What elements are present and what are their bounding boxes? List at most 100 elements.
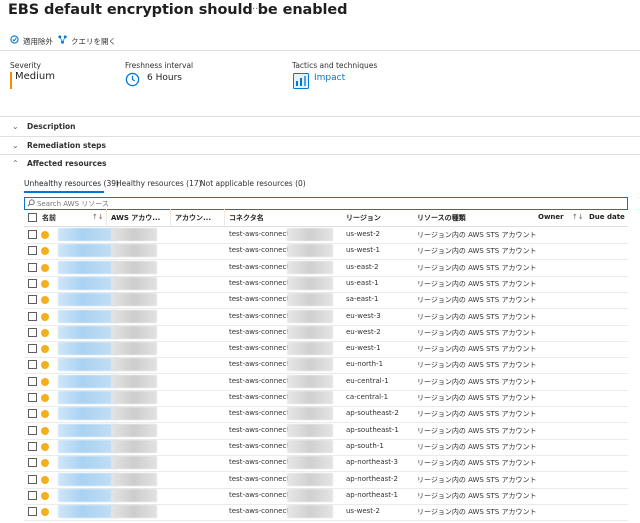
resource-name-redacted[interactable] [58,244,118,258]
resource-type: リージョン内の AWS STS アカウント [417,491,537,500]
table-row[interactable]: test-aws-connector_ sa-east-1 リージョン内の AWS … [24,292,628,310]
row-checkbox[interactable] [28,295,37,305]
column-header-connector[interactable]: コネクタ名 [229,213,264,223]
table-row[interactable]: test-aws-connector_ eu-west-1 リージョン内の AWS … [24,341,628,359]
row-checkbox[interactable] [28,278,37,288]
resource-name-redacted[interactable] [58,309,118,323]
open-query-button[interactable]: クエリを開く [58,35,116,47]
table-row[interactable]: test-aws-connector_ ap-northeast-1 リージョン内の… [24,488,628,505]
column-header-owner[interactable]: Owner [538,213,564,221]
column-header-region[interactable]: リージョン [346,213,381,223]
table-row[interactable]: test-aws-connector_ ap-southeast-1 リージョン内の… [24,423,628,440]
row-checkbox[interactable] [28,262,37,272]
region: eu-west-2 [346,327,381,336]
resource-name-redacted[interactable] [58,407,118,421]
table-row[interactable]: test-aws-connector_ ca-central-1 リージョン内の A… [24,390,628,407]
resource-name-redacted[interactable] [58,423,118,437]
chevron-up-icon: ⌃ [12,159,19,168]
row-checkbox[interactable] [28,393,37,402]
resource-name-redacted[interactable] [58,374,118,388]
search-input[interactable] [37,198,597,209]
column-divider[interactable] [170,209,171,226]
affected-section[interactable]: ⌃ Affected resources [12,159,107,168]
row-checkbox[interactable] [28,311,37,321]
resource-name-redacted[interactable] [58,439,118,453]
tactics-link[interactable]: Impact [314,73,345,83]
table-row[interactable]: test-aws-connector_ us-east-2 リージョン内の AWS … [24,260,628,277]
aws-account-redacted [111,391,157,404]
region: ap-northeast-2 [346,474,399,483]
resource-name-redacted[interactable] [58,391,118,404]
resource-name-redacted[interactable] [58,358,118,372]
tab-unhealthy[interactable]: Unhealthy resources (39) [24,179,119,188]
resource-name-redacted[interactable] [58,293,118,307]
column-divider[interactable] [224,209,225,226]
sort-icon[interactable]: ↑↓ [92,213,104,221]
table-row[interactable]: test-aws-connector_ eu-west-2 リージョン内の AWS … [24,325,628,342]
resource-name-redacted[interactable] [58,276,118,290]
more-options-button[interactable]: ··· [252,4,262,15]
row-checkbox[interactable] [28,344,37,354]
impact-icon [293,73,309,93]
row-checkbox[interactable] [28,409,37,419]
resource-name-redacted[interactable] [58,472,118,486]
resource-name-redacted[interactable] [58,260,118,274]
tab-healthy[interactable]: Healthy resources (17) [116,179,202,188]
remediation-header: Remediation steps [27,141,106,150]
row-checkbox[interactable] [28,425,37,435]
exempt-icon [10,35,19,47]
connector-suffix-redacted [287,456,333,470]
column-header-resource-type[interactable]: リソースの種類 [417,213,466,223]
clock-icon [125,72,140,91]
search-box[interactable] [24,197,628,210]
row-checkbox[interactable] [28,376,37,386]
table-row[interactable]: test-aws-connector_ us-west-1 リージョン内の AWS … [24,243,628,261]
resource-name-redacted[interactable] [58,456,118,470]
aws-account-redacted [111,439,157,453]
description-section[interactable]: ⌄ Description [12,122,76,131]
connector-suffix-redacted [287,488,333,502]
row-checkbox[interactable] [28,230,37,239]
column-divider[interactable] [106,209,107,226]
row-checkbox[interactable] [28,458,37,468]
chevron-down-icon: ⌄ [12,141,19,150]
table-row[interactable]: test-aws-connector_ eu-west-3 リージョン内の AWS … [24,309,628,326]
column-header-due-date[interactable]: Due date [589,213,625,221]
row-checkbox[interactable] [28,490,37,500]
row-checkbox[interactable] [28,507,37,517]
column-header-aws-account[interactable]: AWS アカウ... [111,213,160,223]
table-row[interactable]: test-aws-connector_ ap-northeast-3 リージョン内の… [24,455,628,473]
table-row[interactable]: test-aws-connector_ eu-north-1 リージョン内の AWS… [24,357,628,375]
table-row[interactable]: test-aws-connector_ ap-south-1 リージョン内の AWS… [24,439,628,456]
aws-account-redacted [111,276,157,290]
connector-suffix-redacted [287,439,333,453]
row-checkbox[interactable] [28,441,37,451]
column-header-account[interactable]: アカウン... [175,213,211,223]
resource-type: リージョン内の AWS STS アカウント [417,328,537,337]
column-header-name[interactable]: 名前 [42,213,56,223]
table-row[interactable]: test-aws-connector_ ap-southeast-2 リージョン内の… [24,406,628,424]
resource-type: リージョン内の AWS STS アカウント [417,279,537,288]
row-checkbox[interactable] [28,327,37,337]
table-row[interactable]: test-aws-connector_ us-east-1 リージョン内の AWS … [24,276,628,293]
resource-name-redacted[interactable] [58,488,118,502]
table-row[interactable]: test-aws-connector us-west-2 リージョン内の AWS S… [24,504,628,522]
table-row[interactable]: test-aws-connector_ us-west-2 リージョン内の AWS … [24,227,628,244]
resource-name-redacted[interactable] [58,325,118,339]
warning-icon [41,475,49,484]
resource-name-redacted[interactable] [58,342,118,356]
table-row[interactable]: test-aws-connector_ eu-central-1 リージョン内の A… [24,374,628,391]
row-checkbox[interactable] [28,246,37,256]
table-row[interactable]: test-aws-connector_ ap-northeast-2 リージョン内の… [24,472,628,489]
row-checkbox[interactable] [28,360,37,370]
sort-icon[interactable]: ↑↓ [572,213,584,221]
resource-type: リージョン内の AWS STS アカウント [417,475,537,484]
select-all-checkbox[interactable] [28,213,37,222]
resource-name-redacted[interactable] [58,228,118,241]
resource-name-redacted[interactable] [58,505,118,519]
row-checkbox[interactable] [28,474,37,484]
search-icon [27,198,35,209]
exempt-button[interactable]: 適用除外 [10,35,53,47]
remediation-section[interactable]: ⌄ Remediation steps [12,141,106,150]
tab-not-applicable[interactable]: Not applicable resources (0) [200,179,306,188]
